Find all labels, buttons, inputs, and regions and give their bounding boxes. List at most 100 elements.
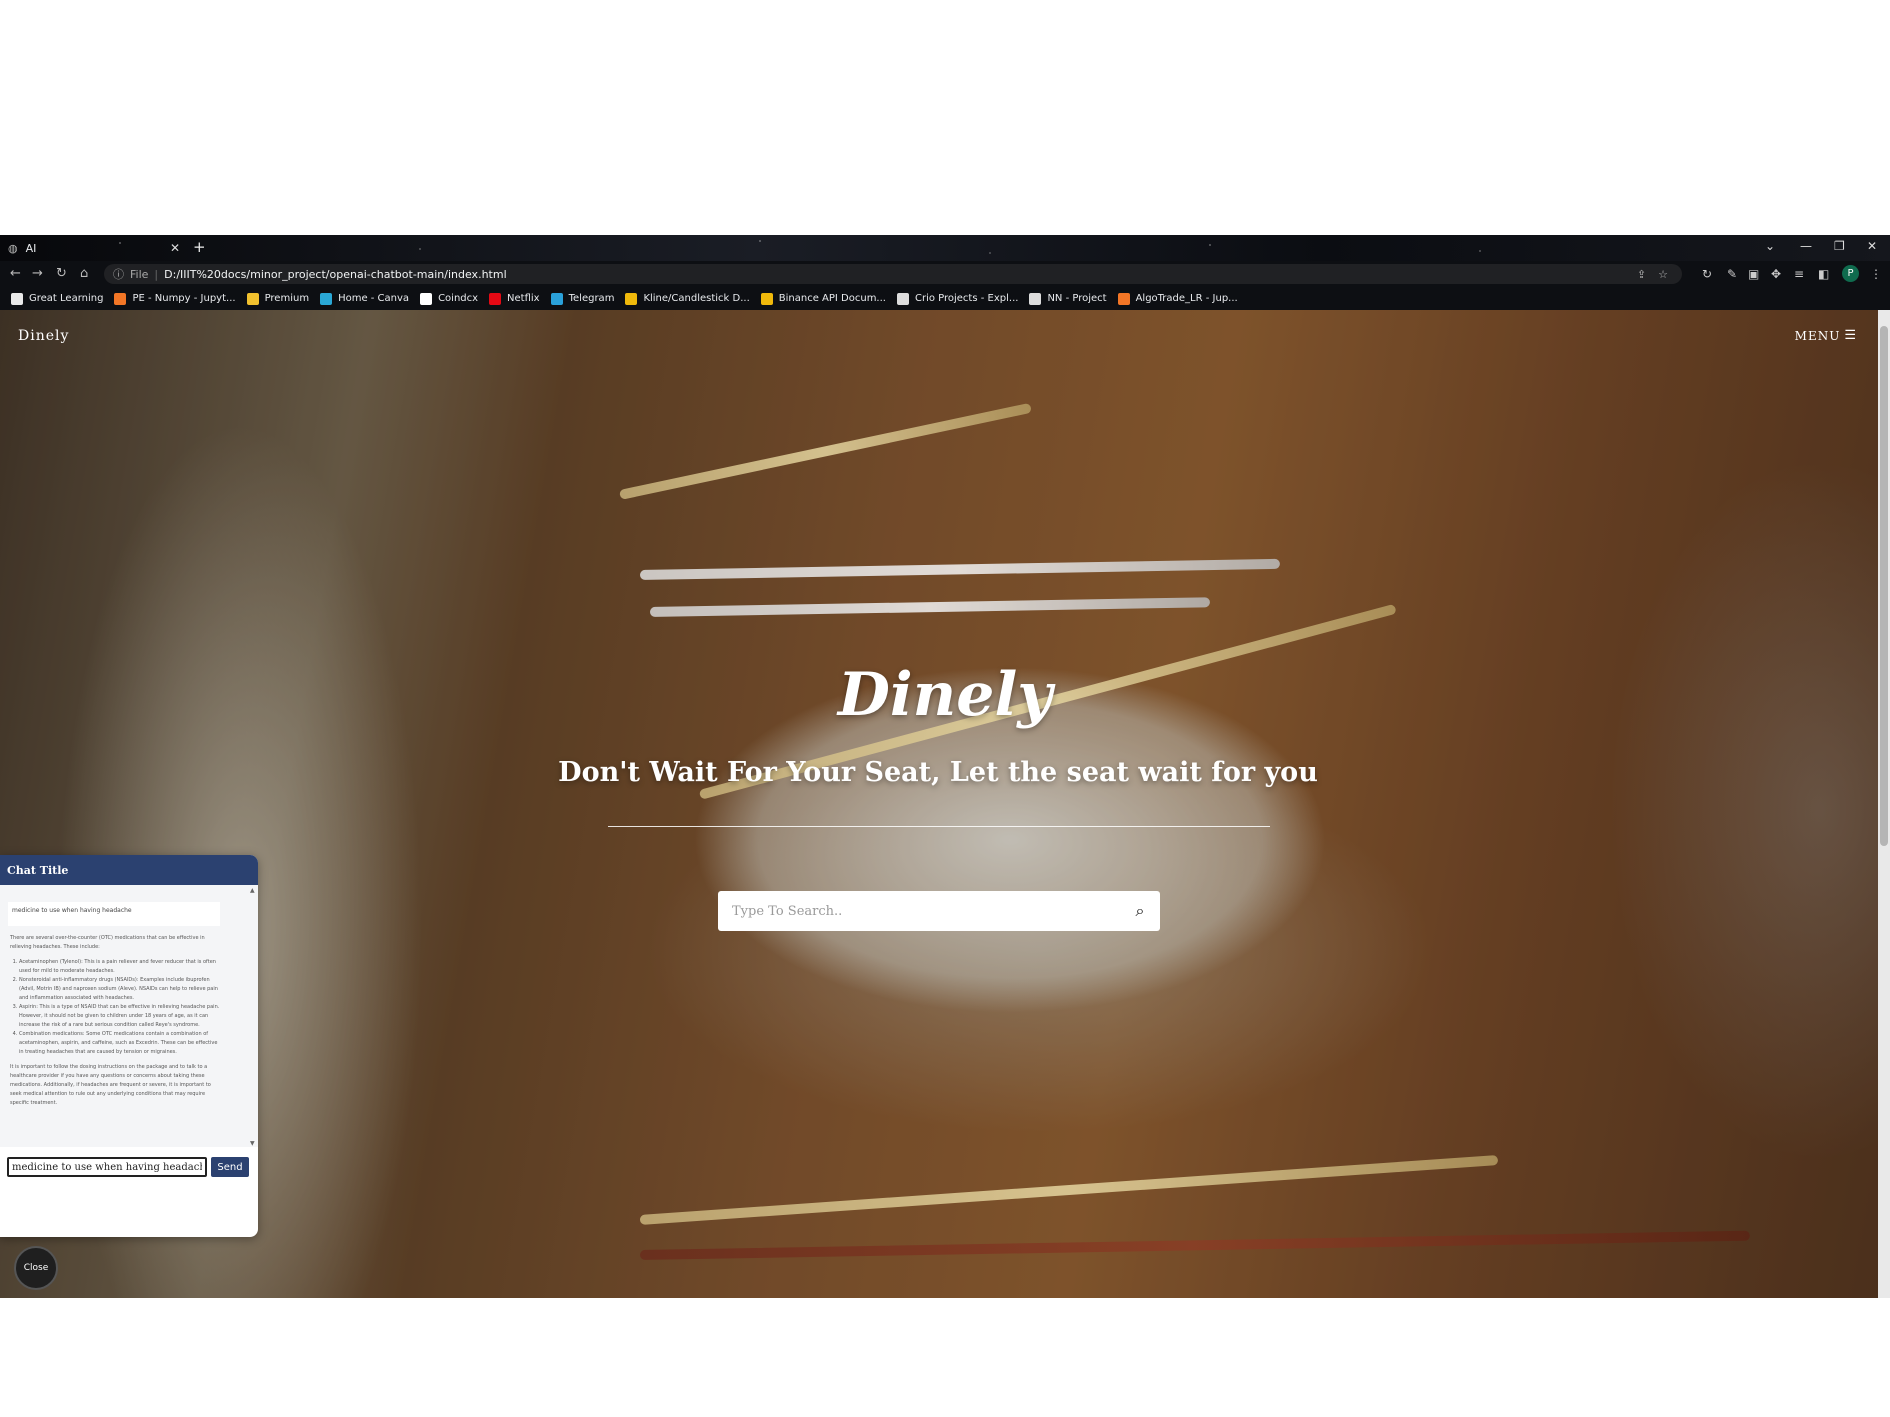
canva-icon <box>320 292 333 305</box>
share-icon[interactable]: ⇪ <box>1637 268 1646 281</box>
new-tab-icon[interactable]: + <box>193 238 206 256</box>
site-menu-button[interactable]: MENU ☰ <box>1795 328 1857 343</box>
bot-intro: There are several over-the-counter (OTC)… <box>10 935 205 950</box>
extension-pen-icon[interactable]: ✎ <box>1727 267 1737 281</box>
bookmark-star-icon[interactable]: ☆ <box>1658 268 1668 281</box>
menu-label: MENU <box>1794 328 1841 343</box>
check-icon <box>246 292 259 305</box>
hamburger-icon: ☰ <box>1844 328 1857 343</box>
hero-subtitle: Don't Wait For Your Seat, Let the seat w… <box>558 757 1318 788</box>
bookmark-label: Home - Canva <box>338 293 410 304</box>
bookmark-item[interactable]: Binance API Docum... <box>760 292 886 305</box>
minimize-icon[interactable]: — <box>1800 239 1812 253</box>
jupyter-icon <box>1117 292 1130 305</box>
hero-divider <box>608 826 1270 827</box>
profile-avatar[interactable]: P <box>1842 265 1859 282</box>
bookmark-item[interactable]: Coindcx <box>420 292 479 305</box>
tab-strip: ◍ AI ✕ + ⌄ — ❐ ✕ <box>0 235 1890 261</box>
hero-title: Dinely <box>837 660 1053 730</box>
browser-window: ◍ AI ✕ + ⌄ — ❐ ✕ ← → ↻ ⌂ ⓘ File | D:/III… <box>0 235 1890 1298</box>
chat-close-button[interactable]: Close <box>14 1246 58 1290</box>
decor-cutlery <box>618 402 1032 500</box>
chat-scrollbar[interactable]: ▲ ▼ <box>250 887 256 1147</box>
chat-messages[interactable]: medicine to use when having headache The… <box>0 885 258 1147</box>
bot-message: There are several over-the-counter (OTC)… <box>10 934 220 1108</box>
chat-title: Chat Title <box>7 863 69 877</box>
scrollbar-thumb[interactable] <box>1880 326 1888 846</box>
bookmark-label: NN - Project <box>1047 293 1107 304</box>
bookmarks-bar: Great Learning PE - Numpy - Jupyt... Premi… <box>0 287 1890 310</box>
url-text[interactable]: D:/IIIT%20docs/minor_project/openai-chat… <box>164 268 506 281</box>
bookmark-item[interactable]: Crio Projects - Expl... <box>896 292 1019 305</box>
navigation-bar: ← → ↻ ⌂ ⓘ File | D:/IIIT%20docs/minor_pr… <box>0 261 1890 287</box>
extension-refresh-icon[interactable]: ↻ <box>1702 267 1712 281</box>
bookmark-item[interactable]: Home - Canva <box>320 292 410 305</box>
decor-cutlery <box>639 558 1280 580</box>
netflix-icon <box>489 292 502 305</box>
tab-close-icon[interactable]: ✕ <box>170 241 180 255</box>
reading-list-icon[interactable]: ≡ <box>1794 267 1804 281</box>
search-input[interactable] <box>718 890 1120 932</box>
scheme-label: File <box>130 267 149 281</box>
address-bar[interactable]: ⓘ File | D:/IIIT%20docs/minor_project/op… <box>104 264 1682 284</box>
window-close-icon[interactable]: ✕ <box>1867 239 1877 253</box>
address-separator: | <box>154 267 159 281</box>
extensions-puzzle-icon[interactable]: ✥ <box>1771 267 1781 281</box>
search-icon[interactable]: ⌕ <box>1120 901 1160 921</box>
decor-cutlery <box>639 1155 1499 1225</box>
telegram-icon <box>550 292 563 305</box>
bookmark-label: PE - Numpy - Jupyt... <box>132 293 236 304</box>
page-viewport: Dinely MENU ☰ Dinely Don't Wait For Your… <box>0 310 1890 1298</box>
chat-widget: Chat Title medicine to use when having h… <box>0 855 258 1237</box>
home-icon[interactable]: ⌂ <box>80 266 88 281</box>
bookmark-item[interactable]: AlgoTrade_LR - Jup... <box>1117 292 1238 305</box>
scroll-down-icon[interactable]: ▼ <box>250 1140 255 1147</box>
bookmark-item[interactable]: Great Learning <box>11 292 104 305</box>
chat-header: Chat Title <box>0 855 258 885</box>
bookmark-item[interactable]: PE - Numpy - Jupyt... <box>114 292 236 305</box>
tab-active[interactable]: ◍ AI ✕ <box>8 237 180 259</box>
bookmark-label: Great Learning <box>29 293 104 304</box>
bookmark-label: Premium <box>264 293 310 304</box>
chat-composer: Send <box>7 1157 251 1177</box>
bookmark-item[interactable]: NN - Project <box>1029 292 1107 305</box>
bookmark-item[interactable]: Netflix <box>489 292 540 305</box>
bot-list-item: Combination medications: Some OTC medica… <box>19 1030 220 1057</box>
bot-list-item: Nonsteroidal anti-inflammatory drugs (NS… <box>19 976 220 1003</box>
back-icon[interactable]: ← <box>10 266 21 281</box>
binance-icon <box>760 292 773 305</box>
decor-cutlery <box>649 597 1211 617</box>
reload-icon[interactable]: ↻ <box>56 266 67 281</box>
bot-outro: It is important to follow the dosing ins… <box>10 1064 211 1106</box>
site-logo[interactable]: Dinely <box>18 328 69 344</box>
more-menu-icon[interactable]: ⋮ <box>1870 267 1882 281</box>
tab-title: AI <box>25 241 37 255</box>
page-scrollbar[interactable] <box>1878 310 1890 1298</box>
bookmark-item[interactable]: Premium <box>246 292 310 305</box>
tab-search-icon[interactable]: ⌄ <box>1765 239 1775 253</box>
bookmark-label: Coindcx <box>438 293 479 304</box>
bot-list: Acetaminophen (Tylenol): This is a pain … <box>10 958 220 1057</box>
bookmark-label: Crio Projects - Expl... <box>914 293 1019 304</box>
bot-list-item: Acetaminophen (Tylenol): This is a pain … <box>19 958 220 976</box>
maximize-icon[interactable]: ❐ <box>1834 239 1845 253</box>
chat-input[interactable] <box>7 1157 207 1177</box>
side-panel-icon[interactable]: ◧ <box>1818 267 1829 281</box>
site-search: ⌕ <box>718 890 1160 932</box>
send-button[interactable]: Send <box>211 1157 249 1177</box>
great-learning-icon <box>11 292 23 305</box>
github-icon <box>1029 292 1042 305</box>
bookmark-item[interactable]: Telegram <box>550 292 615 305</box>
bookmark-label: AlgoTrade_LR - Jup... <box>1135 293 1238 304</box>
crio-icon <box>896 292 909 305</box>
forward-icon[interactable]: → <box>32 266 43 281</box>
bookmark-item[interactable]: Kline/Candlestick D... <box>625 292 750 305</box>
jupyter-icon <box>114 292 127 305</box>
bookmark-label: Telegram <box>568 293 615 304</box>
info-icon[interactable]: ⓘ <box>113 266 124 282</box>
scroll-up-icon[interactable]: ▲ <box>250 887 255 894</box>
extension-square-icon[interactable]: ▣ <box>1748 267 1759 281</box>
bookmark-label: Kline/Candlestick D... <box>643 293 750 304</box>
bot-list-item: Aspirin: This is a type of NSAID that ca… <box>19 1003 220 1030</box>
binance-icon <box>625 292 638 305</box>
